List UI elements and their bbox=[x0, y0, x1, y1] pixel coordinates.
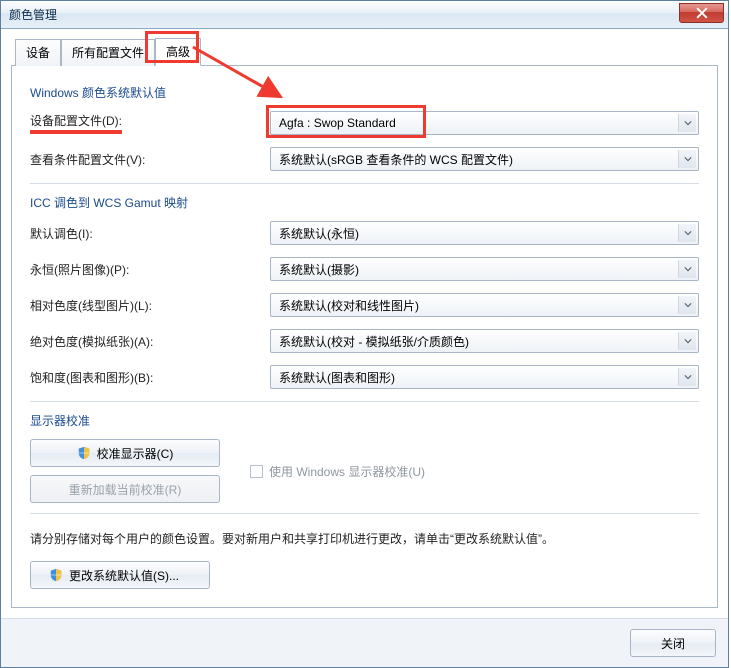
relative-dropdown[interactable]: 系统默认(校对和线性图片) bbox=[270, 293, 699, 317]
chevron-down-icon bbox=[678, 114, 696, 132]
close-button[interactable]: 关闭 bbox=[630, 629, 716, 657]
change-system-defaults-label: 更改系统默认值(S)... bbox=[69, 567, 179, 584]
tab-content-advanced: Windows 颜色系统默认值 设备配置文件(D): Agfa : Swop S… bbox=[11, 66, 718, 608]
tab-all-profiles[interactable]: 所有配置文件 bbox=[61, 39, 155, 66]
absolute-dropdown[interactable]: 系统默认(校对 - 模拟纸张/介质颜色) bbox=[270, 329, 699, 353]
tab-device-label: 设备 bbox=[26, 46, 50, 60]
tab-advanced-label: 高级 bbox=[166, 45, 190, 59]
calibrate-display-label: 校准显示器(C) bbox=[97, 445, 174, 462]
device-profile-value: Agfa : Swop Standard bbox=[279, 116, 396, 130]
checkbox-icon bbox=[250, 465, 263, 478]
chevron-down-icon bbox=[678, 150, 696, 168]
perceptual-dropdown[interactable]: 系统默认(摄影) bbox=[270, 257, 699, 281]
absolute-label: 绝对色度(模拟纸张)(A): bbox=[30, 333, 270, 350]
use-windows-calibration-label: 使用 Windows 显示器校准(U) bbox=[269, 463, 425, 480]
window-close-button[interactable] bbox=[679, 3, 724, 23]
reload-calibration-label: 重新加载当前校准(R) bbox=[69, 481, 182, 498]
group-title-defaults: Windows 颜色系统默认值 bbox=[30, 84, 699, 101]
group-title-icc: ICC 调色到 WCS Gamut 映射 bbox=[30, 194, 699, 211]
separator bbox=[30, 401, 699, 402]
use-windows-calibration-checkbox[interactable]: 使用 Windows 显示器校准(U) bbox=[250, 463, 425, 480]
calibrate-display-button[interactable]: 校准显示器(C) bbox=[30, 439, 220, 467]
title-bar: 颜色管理 bbox=[1, 1, 728, 29]
saturation-dropdown[interactable]: 系统默认(图表和图形) bbox=[270, 365, 699, 389]
tab-all-profiles-label: 所有配置文件 bbox=[72, 46, 144, 60]
separator bbox=[30, 513, 699, 514]
chevron-down-icon bbox=[678, 224, 696, 242]
window-title: 颜色管理 bbox=[9, 6, 57, 23]
shield-icon bbox=[77, 446, 91, 460]
device-profile-dropdown[interactable]: Agfa : Swop Standard bbox=[270, 111, 699, 135]
relative-value: 系统默认(校对和线性图片) bbox=[279, 297, 419, 314]
chevron-down-icon bbox=[678, 332, 696, 350]
tab-strip: 设备 所有配置文件 高级 bbox=[11, 37, 718, 66]
separator bbox=[30, 183, 699, 184]
tab-advanced[interactable]: 高级 bbox=[155, 38, 201, 66]
view-cond-dropdown[interactable]: 系统默认(sRGB 查看条件的 WCS 配置文件) bbox=[270, 147, 699, 171]
default-intent-label: 默认调色(I): bbox=[30, 225, 270, 242]
dialog-footer: 关闭 bbox=[1, 618, 728, 667]
perceptual-label: 永恒(照片图像)(P): bbox=[30, 261, 270, 278]
device-profile-label: 设备配置文件(D): bbox=[30, 112, 270, 134]
perceptual-value: 系统默认(摄影) bbox=[279, 261, 359, 278]
default-intent-value: 系统默认(永恒) bbox=[279, 225, 359, 242]
info-text: 请分别存储对每个用户的颜色设置。要对新用户和共享打印机进行更改，请单击“更改系统… bbox=[30, 530, 699, 547]
chevron-down-icon bbox=[678, 368, 696, 386]
change-system-defaults-button[interactable]: 更改系统默认值(S)... bbox=[30, 561, 210, 589]
default-intent-dropdown[interactable]: 系统默认(永恒) bbox=[270, 221, 699, 245]
chevron-down-icon bbox=[678, 260, 696, 278]
tab-device[interactable]: 设备 bbox=[15, 39, 61, 66]
group-title-calib: 显示器校准 bbox=[30, 412, 699, 429]
chevron-down-icon bbox=[678, 296, 696, 314]
close-icon bbox=[696, 7, 708, 19]
relative-label: 相对色度(线型图片)(L): bbox=[30, 297, 270, 314]
device-profile-label-text: 设备配置文件(D): bbox=[30, 112, 122, 134]
reload-calibration-button[interactable]: 重新加载当前校准(R) bbox=[30, 475, 220, 503]
saturation-value: 系统默认(图表和图形) bbox=[279, 369, 395, 386]
shield-icon bbox=[49, 568, 63, 582]
saturation-label: 饱和度(图表和图形)(B): bbox=[30, 369, 270, 386]
view-cond-label: 查看条件配置文件(V): bbox=[30, 151, 270, 168]
absolute-value: 系统默认(校对 - 模拟纸张/介质颜色) bbox=[279, 333, 469, 350]
view-cond-value: 系统默认(sRGB 查看条件的 WCS 配置文件) bbox=[279, 151, 513, 168]
close-button-label: 关闭 bbox=[661, 635, 685, 652]
